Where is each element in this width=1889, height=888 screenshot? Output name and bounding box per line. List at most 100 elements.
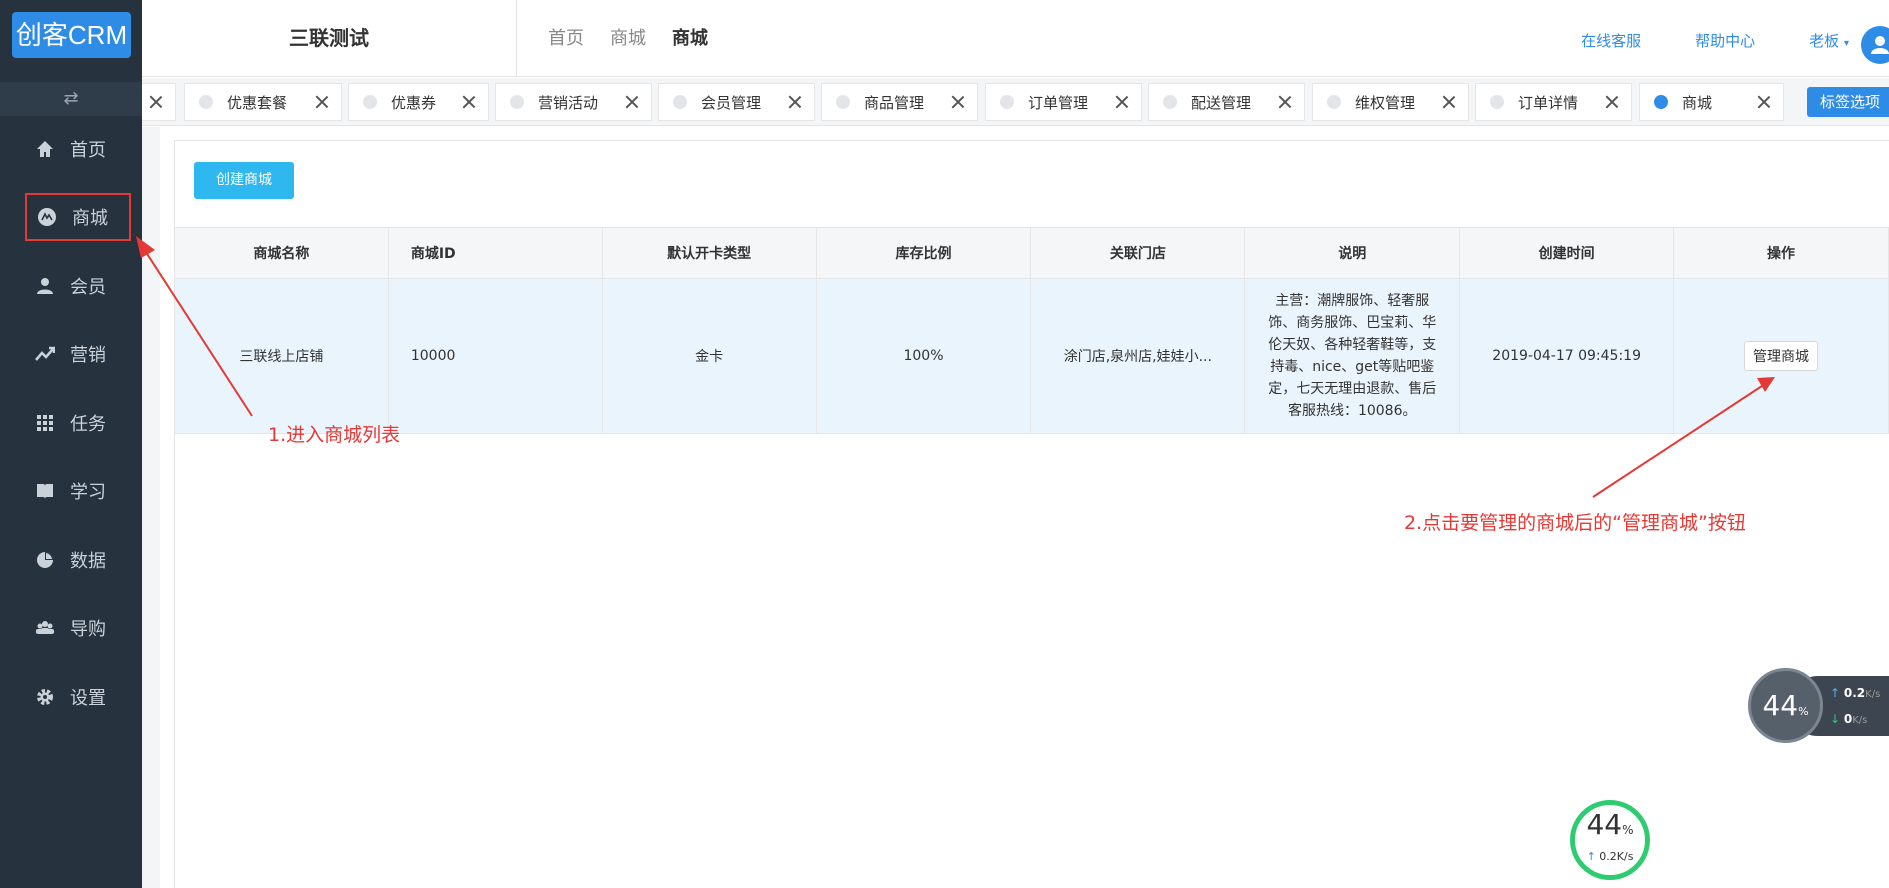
description-cell: 主营：潮牌服饰、轻奢服饰、商务服饰、巴宝莉、华伦天奴、各种轻奢鞋等，支持毒、ni… — [1244, 278, 1461, 434]
column-header: 说明 — [1244, 227, 1461, 279]
pie-icon — [34, 549, 56, 571]
annotation-step1: 1.进入商城列表 — [268, 424, 401, 446]
close-icon[interactable] — [1115, 95, 1129, 109]
sidebar-item-settings[interactable]: 设置 — [0, 672, 142, 722]
caret-down-icon: ▾ — [1843, 38, 1849, 49]
tab-item[interactable]: 会员管理 — [658, 83, 815, 121]
tab-label: 商城 — [1682, 93, 1713, 112]
close-icon[interactable] — [625, 95, 639, 109]
speed-ball-percent: 44% — [1586, 808, 1634, 841]
breadcrumb-home[interactable]: 首页 — [548, 24, 584, 50]
sidebar-item-task[interactable]: 任务 — [0, 398, 142, 448]
tab-label: 订单管理 — [1028, 93, 1089, 112]
download-speed: ↓ 0K/s — [1830, 712, 1868, 726]
collapse-sidebar-button[interactable]: ⇄ — [0, 82, 142, 116]
tab-item[interactable]: 订单管理 — [985, 83, 1142, 121]
tab-dot-icon — [1000, 95, 1014, 109]
sidebar-item-data[interactable]: 数据 — [0, 535, 142, 585]
annotation-step2: 2.点击要管理的商城后的“管理商城”按钮 — [1404, 512, 1746, 534]
close-icon[interactable] — [1605, 95, 1619, 109]
tab-label: 维权管理 — [1355, 93, 1416, 112]
arrow-down-icon: ↓ — [1830, 712, 1841, 726]
sidebar-item-study[interactable]: 学习 — [0, 466, 142, 516]
column-header: 创建时间 — [1459, 227, 1675, 279]
book-icon — [34, 480, 56, 502]
tab-item-active[interactable]: 商城 — [1639, 83, 1784, 121]
avatar[interactable] — [1861, 26, 1889, 64]
user-icon — [34, 275, 56, 297]
online-service-link[interactable]: 在线客服 — [1581, 30, 1641, 51]
tab-strip: 优惠套餐 优惠券 营销活动 会员管理 商品管理 订单管理 配送管理 维权管理 订… — [142, 78, 1889, 126]
sidebar-item-home[interactable]: 首页 — [0, 124, 142, 174]
app-logo[interactable]: 创客CRM — [12, 12, 131, 58]
help-center-link[interactable]: 帮助中心 — [1695, 30, 1755, 51]
arrow-up-icon: ↑ — [1830, 686, 1841, 700]
group-icon — [34, 617, 56, 639]
trend-icon — [34, 343, 56, 365]
breadcrumb-current: 商城 — [672, 28, 708, 49]
manage-mall-button[interactable]: 管理商城 — [1744, 341, 1819, 371]
close-icon[interactable] — [951, 95, 965, 109]
sidebar-item-label: 首页 — [70, 140, 106, 161]
content-gutter — [142, 127, 160, 888]
column-header: 操作 — [1673, 227, 1889, 279]
close-icon[interactable] — [788, 95, 802, 109]
user-name: 老板 — [1809, 32, 1840, 50]
home-icon — [34, 138, 56, 160]
sidebar-item-member[interactable]: 会员 — [0, 261, 142, 311]
tab-options-button[interactable]: 标签选项 — [1807, 87, 1889, 117]
close-icon[interactable] — [1757, 95, 1771, 109]
tab-label: 订单详情 — [1518, 93, 1579, 112]
gear-icon — [34, 686, 56, 708]
close-icon[interactable] — [1442, 95, 1456, 109]
upload-speed: ↑ 0.2K/s — [1830, 686, 1881, 700]
mall-icon — [36, 206, 58, 228]
tab-item[interactable]: 订单详情 — [1475, 83, 1632, 121]
speed-ball-widget[interactable]: 44% ↑ 0.2K/s — [1570, 800, 1650, 880]
top-header: 三联测试 首页 商城 商城 在线客服 帮助中心 老板 ▾ — [142, 0, 1889, 77]
sidebar-item-label: 数据 — [70, 551, 106, 572]
mall-table: 商城名称 商城ID 默认开卡类型 库存比例 关联门店 说明 创建时间 操作 三联… — [174, 227, 1889, 434]
action-cell: 管理商城 — [1673, 278, 1889, 434]
column-header: 默认开卡类型 — [601, 227, 817, 279]
close-icon[interactable] — [315, 95, 329, 109]
breadcrumb: 首页 商城 商城 — [548, 24, 708, 50]
tab-dot-icon — [199, 95, 213, 109]
tab-item[interactable]: 优惠套餐 — [184, 83, 342, 121]
create-mall-button[interactable]: 创建商城 — [194, 162, 294, 199]
tab-label: 营销活动 — [538, 93, 599, 112]
user-menu[interactable]: 老板 ▾ — [1809, 30, 1849, 51]
sidebar: 创客CRM ⇄ 首页 商城 会员 营销 任务 学习 数据 导购 设置 — [0, 0, 142, 888]
sidebar-item-guide[interactable]: 导购 — [0, 603, 142, 653]
table-row: 三联线上店铺 10000 金卡 100% 涂门店,泉州店,娃娃小... 主营：潮… — [174, 278, 1889, 434]
tab-label: 优惠券 — [391, 93, 437, 112]
network-monitor-widget[interactable]: ↑ 0.2K/s ↓ 0K/s 44% — [1748, 668, 1889, 743]
tab-dot-icon — [836, 95, 850, 109]
tab-item[interactable]: 优惠券 — [348, 83, 489, 121]
sidebar-item-marketing[interactable]: 营销 — [0, 329, 142, 379]
header-links: 在线客服 帮助中心 老板 ▾ — [1581, 30, 1849, 51]
tab-item[interactable]: 维权管理 — [1312, 83, 1469, 121]
tab-item[interactable]: 营销活动 — [495, 83, 652, 121]
tab-partial[interactable] — [142, 83, 176, 121]
mall-name-cell: 三联线上店铺 — [174, 278, 389, 434]
sidebar-item-label: 商城 — [72, 208, 108, 229]
company-name: 三联测试 — [142, 0, 517, 77]
close-icon[interactable] — [149, 95, 163, 109]
sidebar-item-label: 会员 — [70, 277, 106, 298]
close-icon[interactable] — [462, 95, 476, 109]
tab-dot-icon — [1654, 95, 1668, 109]
arrow-up-icon: ↑ — [1586, 850, 1596, 863]
created-time-cell: 2019-04-17 09:45:19 — [1459, 278, 1675, 434]
tab-dot-icon — [510, 95, 524, 109]
tab-item[interactable]: 商品管理 — [821, 83, 978, 121]
tab-item[interactable]: 配送管理 — [1148, 83, 1305, 121]
close-icon[interactable] — [1278, 95, 1292, 109]
tab-dot-icon — [363, 95, 377, 109]
sidebar-item-mall[interactable]: 商城 — [25, 193, 131, 241]
grid-icon — [34, 412, 56, 434]
breadcrumb-mall[interactable]: 商城 — [610, 24, 646, 50]
tab-label: 商品管理 — [864, 93, 925, 112]
sidebar-item-label: 营销 — [70, 345, 106, 366]
description-text: 主营：潮牌服饰、轻奢服饰、商务服饰、巴宝莉、华伦天奴、各种轻奢鞋等，支持毒、ni… — [1268, 293, 1437, 419]
